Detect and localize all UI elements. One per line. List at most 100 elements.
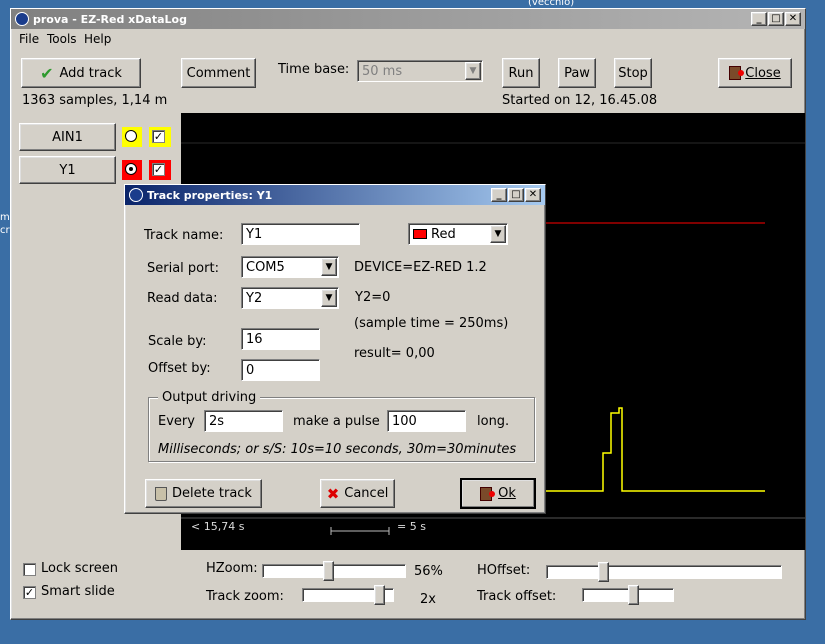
track-name-input[interactable]: Y1: [241, 223, 360, 245]
run-button[interactable]: Run: [502, 58, 540, 88]
axis-left-label: < 15,74 s: [191, 520, 245, 533]
color-swatch: [413, 229, 427, 239]
hoffset-slider-thumb[interactable]: [598, 562, 609, 582]
menu-file[interactable]: File: [19, 32, 39, 46]
dialog-title: Track properties: Y1: [147, 188, 273, 202]
menu-tools[interactable]: Tools: [47, 32, 77, 46]
ok-button[interactable]: Ok: [460, 478, 536, 509]
delete-track-label: Delete track: [172, 486, 252, 501]
desktop-label: (vecchio): [528, 0, 575, 8]
chevron-down-icon: ▼: [321, 289, 337, 307]
time-base-label: Time base:: [278, 62, 350, 77]
track-zoom-value: 2x: [420, 592, 436, 607]
hoffset-label: HOffset:: [477, 563, 531, 578]
smart-slide-label: Smart slide: [41, 584, 115, 599]
ain1-trace: [531, 407, 765, 492]
color-select[interactable]: Red ▼: [408, 223, 508, 245]
every-input[interactable]: 2s: [204, 410, 283, 432]
paw-button[interactable]: Paw: [558, 58, 596, 88]
track-offset-slider-thumb[interactable]: [628, 585, 639, 605]
track-properties-dialog: Track properties: Y1 _ □ ✕ Track name: Y…: [124, 184, 546, 514]
track-button-ain1[interactable]: AIN1: [19, 123, 116, 151]
read-data-label: Read data:: [147, 291, 218, 306]
dialog-titlebar: Track properties: Y1 _ □ ✕: [125, 185, 545, 205]
ok-label: Ok: [498, 486, 516, 501]
cancel-button[interactable]: ✖ Cancel: [320, 479, 395, 508]
delete-track-button[interactable]: Delete track: [145, 479, 262, 508]
dialog-minimize-button[interactable]: _: [491, 188, 507, 202]
dialog-maximize-button[interactable]: □: [508, 188, 524, 202]
read-value: Y2=0: [355, 290, 391, 305]
scale-label: Scale by:: [148, 334, 207, 349]
add-track-label: Add track: [59, 65, 122, 81]
track-zoom-slider-thumb[interactable]: [374, 585, 385, 605]
track-radio[interactable]: [125, 163, 137, 175]
cancel-x-icon: ✖: [326, 484, 340, 503]
time-scale-label: = 5 s: [397, 520, 426, 533]
main-titlebar: prova - EZ-Red xDataLog _ □ ✕: [11, 9, 805, 29]
chevron-down-icon: ▼: [490, 225, 506, 243]
result-text: result= 0,00: [354, 346, 435, 361]
hzoom-slider-thumb[interactable]: [323, 561, 334, 581]
output-driving-title: Output driving: [158, 390, 261, 405]
scale-input[interactable]: 16: [241, 328, 320, 350]
comment-button[interactable]: Comment: [181, 58, 256, 88]
menu-help[interactable]: Help: [84, 32, 111, 46]
track-visible-checkbox[interactable]: ✓: [152, 163, 165, 176]
track-color-swatch: ✓: [149, 127, 171, 147]
add-track-button[interactable]: ✔ Add track: [21, 58, 141, 88]
sample-time: (sample time = 250ms): [354, 316, 509, 331]
read-data-select[interactable]: Y2 ▼: [241, 287, 339, 309]
cancel-label: Cancel: [344, 486, 389, 501]
samples-status: 1363 samples, 1,14 m: [22, 93, 168, 108]
lock-screen-checkbox[interactable]: [23, 563, 36, 576]
smart-slide-checkbox[interactable]: ✓: [23, 586, 36, 599]
track-button-y1[interactable]: Y1: [19, 156, 116, 184]
chevron-down-icon: ▼: [321, 258, 337, 276]
close-window-button[interactable]: ✕: [785, 12, 801, 26]
hzoom-value: 56%: [414, 564, 443, 579]
pulse-label: make a pulse: [293, 414, 380, 429]
dialog-close-button[interactable]: ✕: [525, 188, 541, 202]
started-status: Started on 12, 16.45.08: [502, 93, 658, 108]
track-radio[interactable]: [125, 130, 137, 142]
track-color-swatch: [122, 160, 142, 180]
desktop-fragment: m: [0, 212, 10, 223]
checkmark-icon: ✔: [40, 63, 54, 83]
time-base-select[interactable]: 50 ms ▼: [357, 60, 483, 82]
hint-text: Milliseconds; or s/S: 10s=10 seconds, 30…: [158, 442, 517, 457]
trash-icon: [155, 486, 168, 501]
close-label: Close: [745, 65, 781, 81]
track-color-swatch: ✓: [149, 160, 171, 180]
maximize-button[interactable]: □: [768, 12, 784, 26]
minimize-button[interactable]: _: [751, 12, 767, 26]
hoffset-slider[interactable]: [546, 565, 782, 579]
device-info: DEVICE=EZ-RED 1.2: [354, 260, 487, 275]
track-name-label: Track name:: [144, 228, 224, 243]
stop-button[interactable]: Stop: [614, 58, 652, 88]
close-button[interactable]: Close: [718, 58, 792, 88]
main-title: prova - EZ-Red xDataLog: [33, 12, 187, 26]
serial-port-select[interactable]: COM5 ▼: [241, 256, 339, 278]
hzoom-label: HZoom:: [206, 561, 258, 576]
app-icon: [129, 188, 143, 202]
serial-port-label: Serial port:: [147, 261, 219, 276]
track-color-swatch: [122, 127, 142, 147]
track-zoom-label: Track zoom:: [206, 589, 284, 604]
every-label: Every: [158, 414, 195, 429]
track-visible-checkbox[interactable]: ✓: [152, 130, 165, 143]
time-base-value: 50 ms: [362, 63, 403, 79]
hzoom-slider[interactable]: [262, 564, 406, 578]
lock-screen-label: Lock screen: [41, 561, 118, 576]
color-value: Red: [431, 226, 456, 242]
chevron-down-icon: ▼: [465, 62, 481, 80]
exit-door-icon: [480, 486, 496, 501]
serial-port-value: COM5: [246, 259, 285, 275]
pulse-input[interactable]: 100: [387, 410, 466, 432]
exit-door-icon: [729, 66, 745, 80]
offset-label: Offset by:: [148, 361, 211, 376]
app-icon: [15, 12, 29, 26]
offset-input[interactable]: 0: [241, 359, 320, 381]
long-label: long.: [477, 414, 510, 429]
read-data-value: Y2: [246, 290, 263, 306]
